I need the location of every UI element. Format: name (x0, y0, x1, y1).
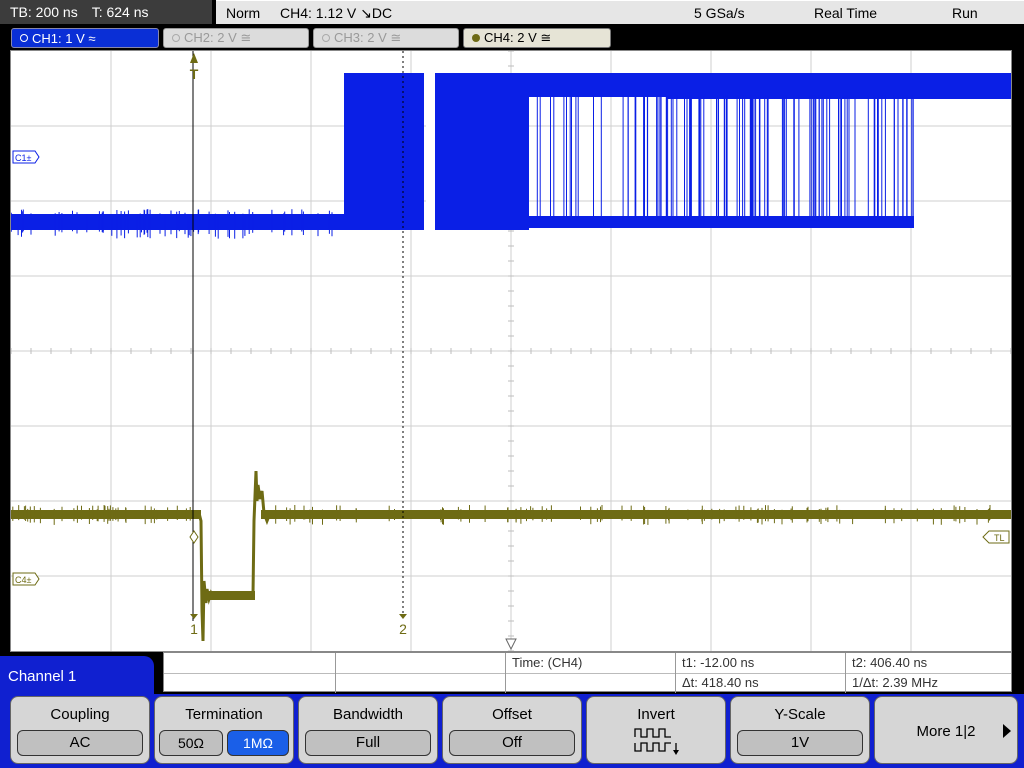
bandwidth-title: Bandwidth (332, 706, 404, 723)
offset-value: Off (449, 730, 575, 756)
channel-1-marker[interactable]: C1± (12, 150, 40, 164)
measurement-panel: Time: (CH4) t1: -12.00 ns t2: 406.40 ns … (163, 652, 1012, 693)
trigger-level-label: TL (994, 533, 1005, 543)
trigger-level-marker[interactable]: TL (982, 530, 1010, 544)
trigger-point-icon (189, 530, 199, 544)
time-reference-icon (505, 638, 517, 651)
channel-1-label: CH1: 1 V ≈ (32, 30, 96, 46)
cursor-1-label: 1 (190, 621, 198, 637)
channel-2-tab[interactable]: CH2: 2 V ≅ (163, 28, 309, 48)
ch1-high-band-1 (529, 73, 669, 97)
ch4-baseline-pre (11, 510, 201, 519)
yscale-value: 1V (737, 730, 863, 756)
measurement-source-label: Time: (CH4) (512, 655, 583, 670)
ch1-edge-transitions (536, 95, 914, 221)
termination-1mohm-option[interactable]: 1MΩ (227, 730, 289, 756)
invert-softkey[interactable]: Invert (586, 696, 726, 764)
trigger-position-icon[interactable] (190, 53, 198, 63)
termination-softkey[interactable]: Termination 50Ω 1MΩ (154, 696, 294, 764)
trigger-marker-label: T (190, 66, 199, 82)
channel-4-marker[interactable]: C4± (12, 572, 40, 586)
channel-1-waveform (11, 73, 1011, 239)
bandwidth-value: Full (305, 730, 431, 756)
inverse-delta-t-value: 1/Δt: 2.39 MHz (852, 675, 938, 690)
channel-3-label: CH3: 2 V ≅ (334, 30, 402, 45)
ch1-low-band-2 (529, 216, 914, 228)
cursor-t1-value: t1: -12.00 ns (682, 655, 755, 670)
acquisition-mode: Real Time (814, 5, 878, 21)
cursor-2-icon[interactable] (399, 614, 407, 619)
offset-softkey[interactable]: Offset Off (442, 696, 582, 764)
more-arrow-icon (1003, 724, 1011, 738)
invert-title: Invert (637, 706, 675, 723)
timebase-box[interactable]: TB: 200 ns T: 624 ns (0, 0, 212, 24)
channel-1-tab[interactable]: CH1: 1 V ≈ (11, 28, 159, 48)
channel-3-indicator-icon (322, 34, 330, 42)
sample-rate: 5 GSa/s (694, 5, 745, 21)
run-state: Run (952, 5, 978, 21)
yscale-title: Y-Scale (774, 706, 826, 723)
channel-4-indicator-icon (472, 34, 480, 42)
bandwidth-softkey[interactable]: Bandwidth Full (298, 696, 438, 764)
channel-1-indicator-icon (20, 34, 28, 42)
acquisition-status-bar[interactable]: Norm CH4: 1.12 V ↘DC 5 GSa/s Real Time R… (216, 0, 1024, 24)
channel-bar: CH1: 1 V ≈ CH2: 2 V ≅ CH3: 2 V ≅ CH4: 2 … (0, 26, 1024, 50)
termination-title: Termination (185, 706, 263, 723)
channel-4-tab[interactable]: CH4: 2 V ≅ (463, 28, 611, 48)
coupling-title: Coupling (50, 706, 110, 723)
waveform-canvas: T 1 2 C1± C4± TL (11, 51, 1011, 651)
offset-title: Offset (492, 706, 532, 723)
trigger-time-label: T: 624 ns (91, 4, 149, 20)
ch1-burst-1 (344, 73, 424, 230)
channel-4-marker-label: C4± (15, 575, 32, 585)
trigger-setting: CH4: 1.12 V ↘DC (280, 5, 393, 21)
waveform-display[interactable]: T 1 2 C1± C4± TL (10, 50, 1012, 652)
channel-2-label: CH2: 2 V ≅ (184, 30, 252, 45)
more-softkey[interactable]: More 1|2 (874, 696, 1018, 764)
coupling-value: AC (17, 730, 143, 756)
ch1-low-band-1 (11, 214, 344, 230)
ch4-low-plateau (207, 591, 255, 600)
ch1-gap (426, 97, 435, 215)
delta-t-value: Δt: 418.40 ns (682, 675, 759, 690)
invert-square-wave-icon (634, 728, 679, 755)
cursor-1-icon[interactable] (190, 614, 198, 619)
coupling-softkey[interactable]: Coupling AC (10, 696, 150, 764)
ch4-baseline-post (261, 510, 1011, 519)
channel-1-marker-label: C1± (15, 153, 32, 163)
channel-2-indicator-icon (172, 34, 180, 42)
timebase-label: TB: 200 ns (10, 4, 78, 20)
ch1-burst-2 (435, 73, 529, 230)
trigger-mode: Norm (226, 5, 261, 21)
channel-3-tab[interactable]: CH3: 2 V ≅ (313, 28, 459, 48)
top-status-bar: TB: 200 ns T: 624 ns Norm CH4: 1.12 V ↘D… (0, 0, 1024, 26)
ch4-trigger-glitch (197, 470, 271, 642)
channel-4-label: CH4: 2 V ≅ (484, 30, 552, 45)
menu-title: Channel 1 (0, 656, 154, 698)
softkey-menu: Coupling AC Termination 50Ω 1MΩ Bandwidt… (0, 694, 1024, 768)
cursor-2-label: 2 (399, 621, 407, 637)
yscale-softkey[interactable]: Y-Scale 1V (730, 696, 870, 764)
more-title: More 1|2 (916, 723, 976, 740)
cursor-t2-value: t2: 406.40 ns (852, 655, 928, 670)
termination-50ohm-option[interactable]: 50Ω (159, 730, 223, 756)
